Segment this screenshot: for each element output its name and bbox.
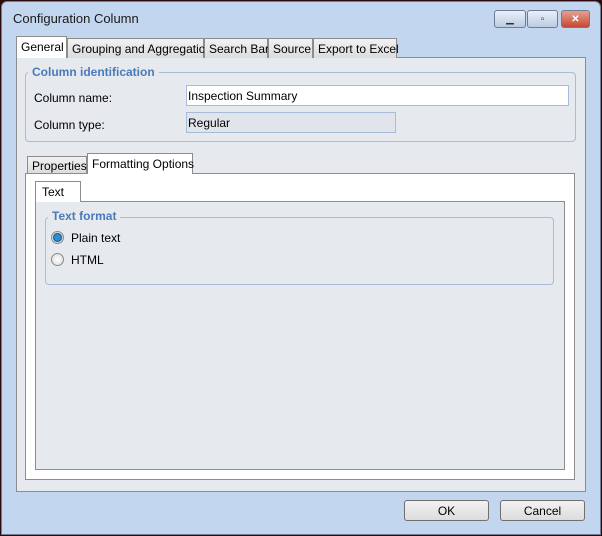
html-radio[interactable] <box>51 253 64 266</box>
maximize-icon: ▫ <box>540 13 545 25</box>
text-format-legend: Text format <box>48 209 121 223</box>
column-name-input[interactable]: Inspection Summary <box>186 85 569 106</box>
cancel-button[interactable]: Cancel <box>500 500 585 521</box>
tab-properties[interactable]: Properties <box>27 156 87 173</box>
plain-text-radio[interactable] <box>51 231 64 244</box>
tab-formatting-options[interactable]: Formatting Options <box>87 153 194 174</box>
minimize-icon: ▁ <box>506 13 514 25</box>
maximize-button[interactable]: ▫ <box>527 10 558 28</box>
minimize-button[interactable]: ▁ <box>494 10 526 28</box>
column-identification-legend: Column identification <box>28 65 159 79</box>
tab-grouping-and-aggregation[interactable]: Grouping and Aggregation <box>67 38 212 58</box>
window-title: Configuration Column <box>13 11 139 26</box>
text-format-group <box>45 217 554 285</box>
tab-search-bar[interactable]: Search Bar <box>204 38 269 58</box>
tab-source[interactable]: Source <box>268 38 313 58</box>
tab-export-to-excel[interactable]: Export to Excel <box>313 38 399 58</box>
html-label[interactable]: HTML <box>71 253 104 267</box>
close-button[interactable]: ✕ <box>561 10 590 28</box>
column-name-label: Column name: <box>34 91 113 105</box>
tab-general[interactable]: General <box>16 36 67 58</box>
ok-button[interactable]: OK <box>404 500 489 521</box>
column-type-field: Regular <box>186 112 396 133</box>
column-type-label: Column type: <box>34 118 105 132</box>
close-icon: ✕ <box>571 13 580 25</box>
plain-text-label[interactable]: Plain text <box>71 231 120 245</box>
tab-text[interactable]: Text <box>35 181 81 202</box>
